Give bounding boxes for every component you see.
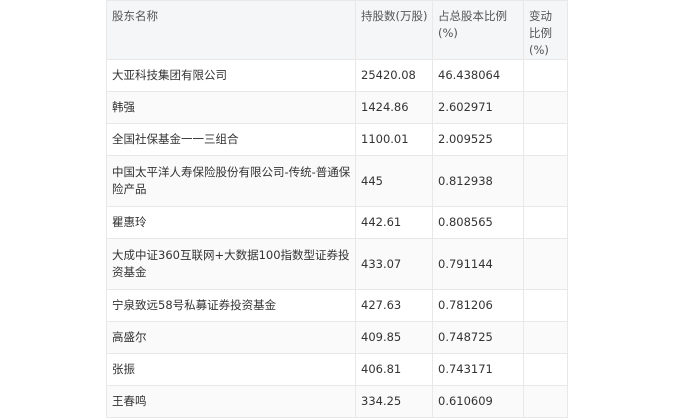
cell-change-ratio	[523, 353, 568, 386]
table-header-row: 股东名称 持股数(万股) 占总股本比例(%) 变动比例(%)	[106, 0, 568, 60]
header-shareholder-name: 股东名称	[106, 0, 356, 60]
table-row: 大成中证360互联网+大数据100指数型证券投资基金 433.07 0.7911…	[106, 238, 568, 290]
cell-change-ratio	[523, 238, 568, 290]
cell-share-ratio: 0.610609	[432, 385, 524, 418]
cell-shares-held: 409.85	[355, 321, 433, 354]
table-row: 张振 406.81 0.743171	[106, 353, 568, 386]
cell-change-ratio	[523, 289, 568, 322]
cell-share-ratio: 0.781206	[432, 289, 524, 322]
table-row: 瞿惠玲 442.61 0.808565	[106, 206, 568, 239]
cell-shares-held: 1424.86	[355, 91, 433, 124]
cell-change-ratio	[523, 59, 568, 92]
cell-change-ratio	[523, 155, 568, 207]
cell-shares-held: 334.25	[355, 385, 433, 418]
cell-shareholder-name: 中国太平洋人寿保险股份有限公司-传统-普通保险产品	[106, 155, 356, 207]
cell-shareholder-name: 大成中证360互联网+大数据100指数型证券投资基金	[106, 238, 356, 290]
cell-shareholder-name: 瞿惠玲	[106, 206, 356, 239]
cell-shareholder-name: 王春鸣	[106, 385, 356, 418]
table-row: 高盛尔 409.85 0.748725	[106, 321, 568, 354]
table-row: 宁泉致远58号私募证券投资基金 427.63 0.781206	[106, 289, 568, 322]
shareholder-table: 股东名称 持股数(万股) 占总股本比例(%) 变动比例(%) 大亚科技集团有限公…	[106, 0, 568, 418]
cell-shares-held: 442.61	[355, 206, 433, 239]
table-row: 大亚科技集团有限公司 25420.08 46.438064	[106, 59, 568, 92]
cell-share-ratio: 2.602971	[432, 91, 524, 124]
table-row: 全国社保基金一一三组合 1100.01 2.009525	[106, 123, 568, 156]
cell-shareholder-name: 高盛尔	[106, 321, 356, 354]
cell-share-ratio: 0.791144	[432, 238, 524, 290]
header-shares-held: 持股数(万股)	[355, 0, 433, 60]
cell-shares-held: 433.07	[355, 238, 433, 290]
cell-share-ratio: 0.743171	[432, 353, 524, 386]
header-share-ratio: 占总股本比例(%)	[432, 0, 524, 60]
cell-change-ratio	[523, 206, 568, 239]
table-row: 王春鸣 334.25 0.610609	[106, 385, 568, 418]
cell-share-ratio: 0.812938	[432, 155, 524, 207]
cell-shareholder-name: 张振	[106, 353, 356, 386]
table-row: 韩强 1424.86 2.602971	[106, 91, 568, 124]
cell-shares-held: 25420.08	[355, 59, 433, 92]
cell-change-ratio	[523, 321, 568, 354]
cell-change-ratio	[523, 91, 568, 124]
header-change-ratio: 变动比例(%)	[523, 0, 568, 60]
cell-change-ratio	[523, 385, 568, 418]
cell-shareholder-name: 全国社保基金一一三组合	[106, 123, 356, 156]
cell-shares-held: 406.81	[355, 353, 433, 386]
cell-shares-held: 445	[355, 155, 433, 207]
cell-change-ratio	[523, 123, 568, 156]
cell-share-ratio: 0.748725	[432, 321, 524, 354]
table-row: 中国太平洋人寿保险股份有限公司-传统-普通保险产品 445 0.812938	[106, 155, 568, 207]
cell-share-ratio: 2.009525	[432, 123, 524, 156]
cell-shareholder-name: 大亚科技集团有限公司	[106, 59, 356, 92]
cell-shares-held: 427.63	[355, 289, 433, 322]
cell-share-ratio: 46.438064	[432, 59, 524, 92]
cell-shareholder-name: 韩强	[106, 91, 356, 124]
page: 股东名称 持股数(万股) 占总股本比例(%) 变动比例(%) 大亚科技集团有限公…	[0, 0, 700, 418]
cell-shares-held: 1100.01	[355, 123, 433, 156]
cell-share-ratio: 0.808565	[432, 206, 524, 239]
cell-shareholder-name: 宁泉致远58号私募证券投资基金	[106, 289, 356, 322]
